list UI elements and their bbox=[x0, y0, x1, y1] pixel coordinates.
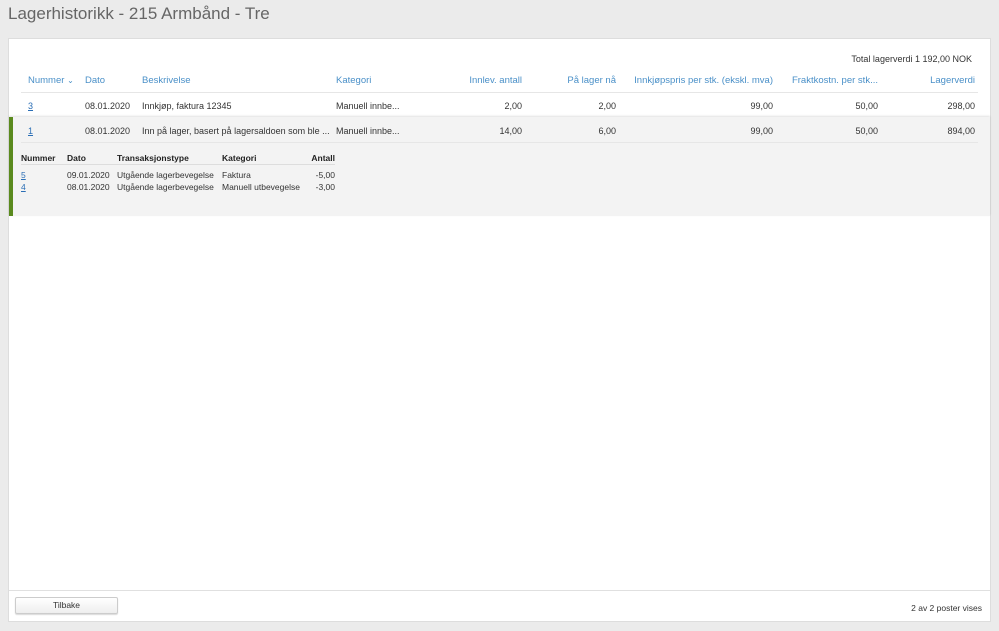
sub-col-dato: Dato bbox=[67, 153, 86, 163]
row-freight: 50,00 bbox=[855, 126, 878, 136]
row-category: Manuell innbe... bbox=[336, 126, 400, 136]
table-row-expanded[interactable]: 1 08.01.2020 Inn på lager, basert på lag… bbox=[9, 117, 990, 216]
row-value: 298,00 bbox=[947, 101, 975, 111]
col-nummer[interactable]: Nummer ⌄ bbox=[28, 75, 74, 86]
row-number-link[interactable]: 1 bbox=[28, 126, 33, 136]
row-paa-lager: 2,00 bbox=[598, 101, 616, 111]
col-paa-lager[interactable]: På lager nå bbox=[567, 75, 616, 86]
row-number-link[interactable]: 3 bbox=[28, 101, 33, 111]
sub-type: Utgående lagerbevegelse bbox=[117, 182, 214, 192]
history-panel: Total lagerverdi 1 192,00 NOK Nummer ⌄ D… bbox=[8, 38, 991, 622]
chevron-down-icon: ⌄ bbox=[67, 76, 74, 85]
sub-amount: -5,00 bbox=[315, 170, 335, 180]
row-date: 08.01.2020 bbox=[85, 101, 131, 111]
divider bbox=[21, 142, 978, 143]
row-innlev: 2,00 bbox=[504, 101, 522, 111]
page-title: Lagerhistorikk - 215 Armbånd - Tre bbox=[8, 4, 270, 23]
row-price: 99,00 bbox=[750, 126, 773, 136]
col-innlev[interactable]: Innlev. antall bbox=[469, 75, 522, 86]
sub-number-link[interactable]: 5 bbox=[21, 170, 26, 180]
divider bbox=[21, 92, 978, 93]
footer-divider bbox=[9, 590, 990, 591]
row-description: Inn på lager, basert på lagersaldoen som… bbox=[142, 126, 330, 136]
col-innkjopspris[interactable]: Innkjøpspris per stk. (ekskl. mva) bbox=[634, 75, 773, 86]
sub-category: Manuell utbevegelse bbox=[222, 182, 300, 192]
col-dato[interactable]: Dato bbox=[85, 75, 105, 86]
row-category: Manuell innbe... bbox=[336, 101, 400, 111]
sub-col-antall: Antall bbox=[311, 153, 335, 163]
sub-category: Faktura bbox=[222, 170, 251, 180]
row-description: Innkjøp, faktura 12345 bbox=[142, 101, 232, 111]
sub-col-type: Transaksjonstype bbox=[117, 153, 189, 163]
sub-date: 08.01.2020 bbox=[67, 182, 110, 192]
col-lagerverdi[interactable]: Lagerverdi bbox=[930, 75, 975, 86]
col-beskrivelse[interactable]: Beskrivelse bbox=[142, 75, 191, 86]
divider bbox=[21, 164, 335, 165]
row-freight: 50,00 bbox=[855, 101, 878, 111]
sub-type: Utgående lagerbevegelse bbox=[117, 170, 214, 180]
col-kategori[interactable]: Kategori bbox=[336, 75, 371, 86]
row-innlev: 14,00 bbox=[499, 126, 522, 136]
row-value: 894,00 bbox=[947, 126, 975, 136]
sub-date: 09.01.2020 bbox=[67, 170, 110, 180]
sub-amount: -3,00 bbox=[315, 182, 335, 192]
row-paa-lager: 6,00 bbox=[598, 126, 616, 136]
sub-number-link[interactable]: 4 bbox=[21, 182, 26, 192]
col-label: Nummer bbox=[28, 75, 65, 86]
row-price: 99,00 bbox=[750, 101, 773, 111]
record-count: 2 av 2 poster vises bbox=[911, 603, 982, 613]
col-fraktkostn[interactable]: Fraktkostn. per stk... bbox=[792, 75, 878, 86]
back-button[interactable]: Tilbake bbox=[15, 597, 118, 614]
total-value: Total lagerverdi 1 192,00 NOK bbox=[851, 54, 972, 64]
row-date: 08.01.2020 bbox=[85, 126, 131, 136]
sub-col-nummer: Nummer bbox=[21, 153, 56, 163]
sub-col-kategori: Kategori bbox=[222, 153, 257, 163]
